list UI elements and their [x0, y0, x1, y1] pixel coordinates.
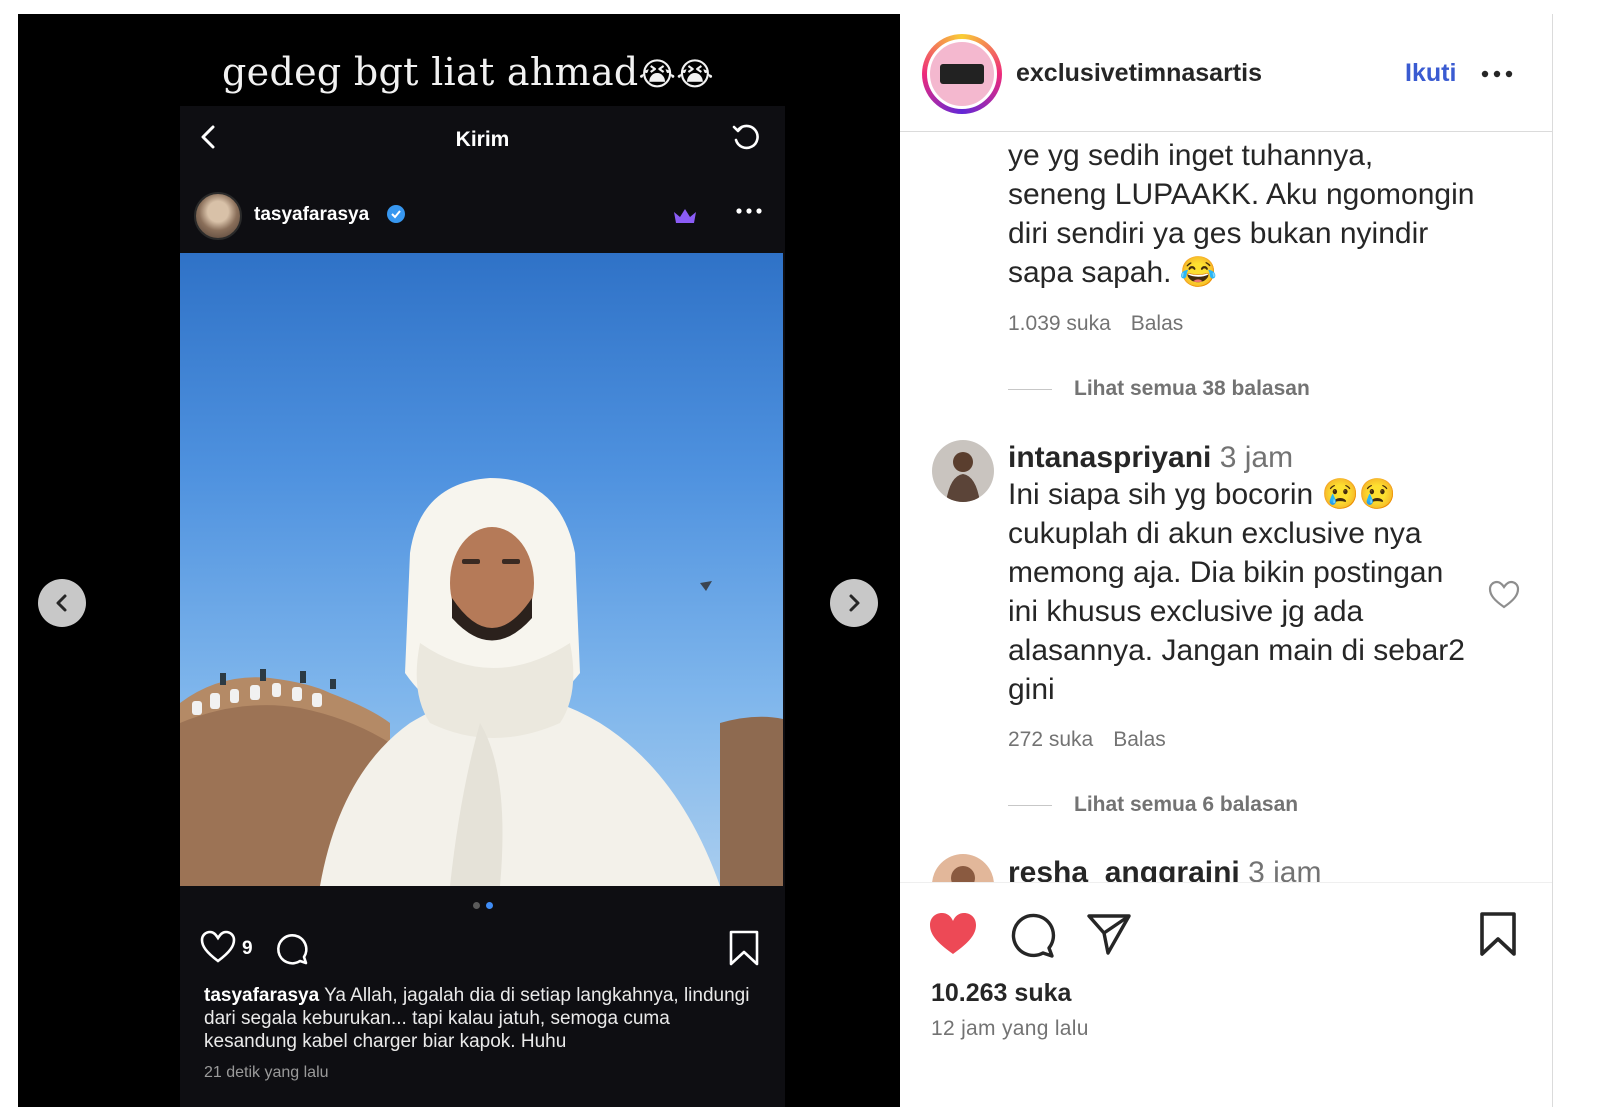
comment-text: ye yg sedih inget tuhannya, seneng LUPAA… — [1008, 139, 1475, 289]
view-replies-label: Lihat semua 6 balasan — [1074, 793, 1299, 816]
embedded-post-screenshot: Kirim tasyafarasya 9 tasyafarasya Ya All… — [180, 106, 785, 1107]
screenshot-header-title: Kirim — [455, 128, 510, 151]
bookmark-icon[interactable] — [1478, 911, 1518, 957]
comment-meta: 1.039 suka Balas — [1008, 312, 1203, 336]
chevron-left-icon — [56, 594, 67, 612]
screenshot-like-count: 9 — [242, 938, 253, 959]
avatar-image — [932, 440, 994, 502]
follow-button[interactable]: Ikuti — [1405, 59, 1456, 88]
more-icon[interactable] — [1480, 68, 1514, 80]
screenshot-caption: tasyafarasya Ya Allah, jagalah dia di se… — [204, 984, 764, 1053]
view-replies-link[interactable]: Lihat semua 6 balasan — [1008, 793, 1298, 817]
more-icon — [736, 208, 762, 214]
carousel-dot — [472, 902, 480, 909]
comment-icon — [277, 934, 308, 965]
avatar — [927, 39, 997, 109]
author-avatar-ring[interactable] — [922, 34, 1002, 114]
chevron-right-icon — [849, 594, 860, 612]
author-username[interactable]: exclusivetimnasartis — [1016, 59, 1262, 88]
view-replies-link[interactable]: Lihat semua 38 balasan — [1008, 377, 1310, 401]
screenshot-post-user-row: tasyafarasya — [180, 176, 785, 242]
comment-like-count[interactable]: 272 suka — [1008, 728, 1093, 751]
post-timestamp: 12 jam yang lalu — [931, 1017, 1089, 1040]
reply-button[interactable]: Balas — [1113, 728, 1166, 751]
heart-icon[interactable] — [928, 911, 978, 957]
heart-icon[interactable] — [1488, 580, 1520, 610]
avatar-image — [932, 854, 994, 882]
reply-button[interactable]: Balas — [1131, 312, 1184, 335]
post-like-count[interactable]: 10.263 suka — [931, 979, 1071, 1008]
screenshot-actions: 9 — [180, 926, 785, 976]
crown-icon — [674, 209, 696, 223]
post-header: exclusivetimnasartis Ikuti — [900, 14, 1552, 132]
screenshot-username: tasyafarasya — [254, 204, 370, 225]
view-replies-label: Lihat semua 38 balasan — [1074, 377, 1310, 400]
comment-meta: 272 suka Balas — [1008, 728, 1186, 752]
comment-time: 3 jam — [1219, 441, 1294, 474]
overlay-caption-title: gedeg bgt liat ahmad😭😭 — [18, 50, 918, 94]
share-icon[interactable] — [1086, 911, 1132, 957]
replies-divider — [1008, 388, 1052, 390]
carousel-next-button[interactable] — [830, 579, 878, 627]
post-action-bar: 10.263 suka 12 jam yang lalu — [900, 882, 1552, 1107]
caption-title-emoji: 😭😭 — [638, 55, 714, 93]
media-pane: gedeg bgt liat ahmad😭😭 Kirim tasyafarasy… — [18, 14, 918, 1107]
bookmark-icon — [729, 930, 759, 966]
photo-illustration — [180, 478, 783, 886]
avatar-badge — [940, 64, 984, 84]
avatar — [194, 192, 242, 240]
comments-list[interactable]: ye yg sedih inget tuhannya, seneng LUPAA… — [900, 132, 1552, 882]
avatar[interactable] — [932, 854, 994, 882]
comment-like-count[interactable]: 1.039 suka — [1008, 312, 1111, 335]
comment-username[interactable]: resha_anggraini — [1008, 856, 1240, 882]
comment-icon[interactable] — [1008, 911, 1056, 959]
verified-icon — [387, 205, 405, 223]
replies-divider — [1008, 804, 1052, 806]
carousel-dot-active — [485, 902, 493, 909]
refresh-icon — [732, 124, 759, 150]
screenshot-header: Kirim — [180, 106, 785, 168]
comments-pane: exclusivetimnasartis Ikuti ye yg sedih i… — [900, 14, 1553, 1107]
screenshot-timestamp: 21 detik yang lalu — [204, 1064, 329, 1081]
comment-time: 3 jam — [1248, 856, 1322, 882]
carousel-prev-button[interactable] — [38, 579, 86, 627]
comment-header: intanaspriyani 3 jam — [1008, 438, 1478, 477]
comment-header: resha_anggraini 3 jam — [1008, 853, 1478, 882]
carousel-dots — [180, 902, 785, 909]
comment-username[interactable]: intanaspriyani — [1008, 441, 1211, 474]
caption-title-text: gedeg bgt liat ahmad — [222, 50, 639, 94]
post-photo — [180, 253, 783, 886]
comment-text: Ini siapa sih yg bocorin 😢😢 cukuplah di … — [1008, 478, 1465, 706]
heart-icon — [200, 930, 236, 963]
avatar[interactable] — [932, 440, 994, 502]
caption-username: tasyafarasya — [204, 985, 320, 1006]
